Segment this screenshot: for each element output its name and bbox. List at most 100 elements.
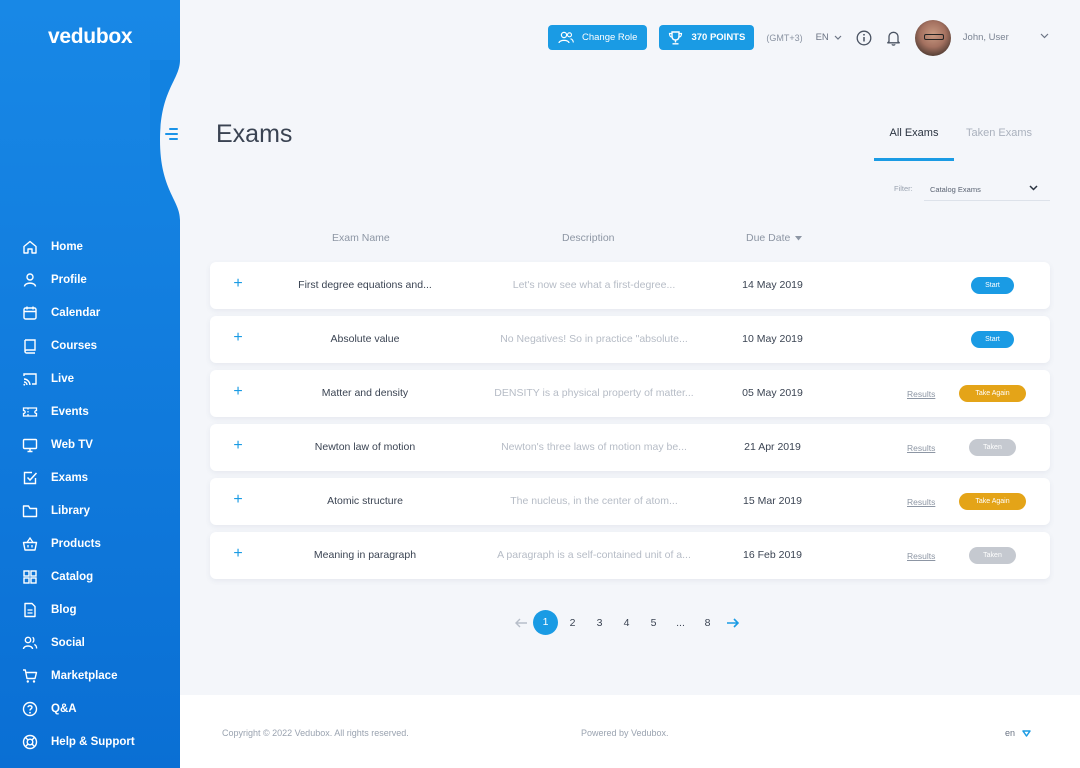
sidebar-item-help-and-support[interactable]: Help & Support [0, 725, 180, 758]
start-button[interactable]: Start [971, 277, 1014, 294]
sidebar-item-marketplace[interactable]: Marketplace [0, 659, 180, 692]
sidebar-item-social[interactable]: Social [0, 626, 180, 659]
sidebar-item-web-tv[interactable]: Web TV [0, 428, 180, 461]
page-number[interactable]: 8 [694, 617, 721, 629]
filter-value: Catalog Exams [930, 184, 981, 194]
sidebar-item-label: Live [51, 372, 75, 385]
expand-plus-icon[interactable]: + [232, 545, 244, 563]
results-link[interactable]: Results [907, 551, 935, 561]
take-again-button[interactable]: Take Again [959, 493, 1026, 510]
sidebar-item-label: Social [51, 636, 85, 649]
expand-plus-icon[interactable]: + [232, 383, 244, 401]
book-icon [24, 338, 36, 354]
expand-plus-icon[interactable]: + [232, 491, 244, 509]
sidebar-item-label: Events [51, 405, 89, 418]
table-row[interactable]: + First degree equations and... Let's now … [210, 262, 1050, 309]
lifebuoy-icon [22, 734, 38, 749]
start-button[interactable]: Start [971, 331, 1014, 348]
sidebar-item-label: Marketplace [51, 669, 118, 682]
page-number[interactable]: 4 [613, 617, 640, 629]
page-number[interactable]: 2 [559, 617, 586, 629]
expand-plus-icon[interactable]: + [232, 437, 244, 455]
table-row[interactable]: + Matter and density DENSITY is a physical… [210, 370, 1050, 417]
exam-name[interactable]: Atomic structure [270, 495, 460, 507]
sidebar-item-label: Calendar [51, 306, 101, 319]
points-label: 370 POINTS [691, 32, 746, 43]
users-icon [558, 31, 574, 44]
exam-name[interactable]: Absolute value [270, 333, 460, 345]
sidebar-item-label: Home [51, 240, 83, 253]
results-link[interactable]: Results [907, 389, 935, 399]
sidebar-item-blog[interactable]: Blog [0, 593, 180, 626]
language-selector[interactable]: EN [816, 32, 842, 43]
sidebar-item-live[interactable]: Live [0, 362, 180, 395]
exam-description: DENSITY is a physical property of matter… [494, 387, 694, 399]
next-page-arrow-icon[interactable] [721, 617, 743, 628]
trophy-icon [669, 30, 683, 44]
vedubox-logo[interactable]: vedubox [48, 25, 133, 49]
pagination-ellipsis: ... [676, 616, 685, 629]
home-icon [23, 240, 37, 254]
sidebar-item-profile[interactable]: Profile [0, 263, 180, 296]
sidebar-item-exams[interactable]: Exams [0, 461, 180, 494]
footer-language-label: en [1005, 728, 1016, 738]
basket-icon [22, 536, 38, 551]
filter-select[interactable]: Catalog Exams [924, 178, 1050, 201]
exam-description: No Negatives! So in practice "absolute..… [500, 333, 688, 345]
sidebar-item-courses[interactable]: Courses [0, 329, 180, 362]
sidebar-item-events[interactable]: Events [0, 395, 180, 428]
info-icon[interactable] [856, 30, 872, 46]
filter-label: Filter: [894, 184, 913, 193]
powered-by-text: Powered by Vedubox. [581, 728, 669, 738]
change-role-button[interactable]: Change Role [548, 25, 648, 50]
exam-due-date: 10 May 2019 [742, 333, 803, 345]
avatar[interactable] [914, 19, 951, 56]
question-icon [22, 701, 38, 716]
sidebar-item-library[interactable]: Library [0, 494, 180, 527]
footer-language-selector[interactable]: en [1005, 728, 1031, 738]
page-number[interactable]: 1 [533, 610, 558, 635]
footer: Copyright © 2022 Vedubox. All rights res… [180, 695, 1080, 768]
monitor-icon [22, 438, 38, 452]
points-button[interactable]: 370 POINTS [659, 25, 755, 50]
page-numbers: 1 2 3 4 5... 8 [532, 610, 721, 635]
sidebar-item-home[interactable]: Home [0, 230, 180, 263]
table-row[interactable]: + Meaning in paragraph A paragraph is a se… [210, 532, 1050, 579]
user-menu-chevron-icon[interactable] [1040, 33, 1049, 39]
bell-icon[interactable] [886, 30, 901, 46]
document-icon [24, 602, 36, 617]
column-header-due-date[interactable]: Due Date [746, 232, 803, 244]
expand-plus-icon[interactable]: + [232, 275, 244, 293]
table-row[interactable]: + Absolute value No Negatives! So in pract… [210, 316, 1050, 363]
sidebar-item-qanda[interactable]: Q&A [0, 692, 180, 725]
page-number[interactable]: 3 [586, 617, 613, 629]
sidebar-item-calendar[interactable]: Calendar [0, 296, 180, 329]
results-link[interactable]: Results [907, 443, 935, 453]
tab-all-exams[interactable]: All Exams [874, 118, 954, 161]
table-row[interactable]: + Atomic structure The nucleus, in the cen… [210, 478, 1050, 525]
sidebar-toggle-icon[interactable] [165, 128, 183, 142]
exam-name[interactable]: Newton law of motion [270, 441, 460, 453]
exam-name[interactable]: Meaning in paragraph [270, 549, 460, 561]
take-again-button[interactable]: Take Again [959, 385, 1026, 402]
table-row[interactable]: + Newton law of motion Newton's three laws… [210, 424, 1050, 471]
sidebar-item-label: Products [51, 537, 101, 550]
triangle-down-icon [1022, 729, 1031, 737]
chevron-down-icon [834, 35, 842, 40]
sort-desc-icon [795, 235, 803, 240]
results-link[interactable]: Results [907, 497, 935, 507]
exam-due-date: 16 Feb 2019 [743, 549, 802, 561]
page-number[interactable]: 5 [640, 617, 667, 629]
exam-name[interactable]: Matter and density [270, 387, 460, 399]
sidebar-item-catalog[interactable]: Catalog [0, 560, 180, 593]
username-label[interactable]: John, User [963, 32, 1009, 43]
tab-taken-exams[interactable]: Taken Exams [954, 118, 1044, 161]
expand-plus-icon[interactable]: + [232, 329, 244, 347]
sidebar-item-products[interactable]: Products [0, 527, 180, 560]
exam-name[interactable]: First degree equations and... [270, 279, 460, 291]
timezone-label: (GMT+3) [766, 32, 803, 43]
sidebar-item-label: Library [51, 504, 90, 517]
exam-description: Newton's three laws of motion may be... [501, 441, 687, 453]
prev-page-arrow-icon[interactable] [510, 618, 532, 628]
page-title: Exams [216, 120, 293, 148]
